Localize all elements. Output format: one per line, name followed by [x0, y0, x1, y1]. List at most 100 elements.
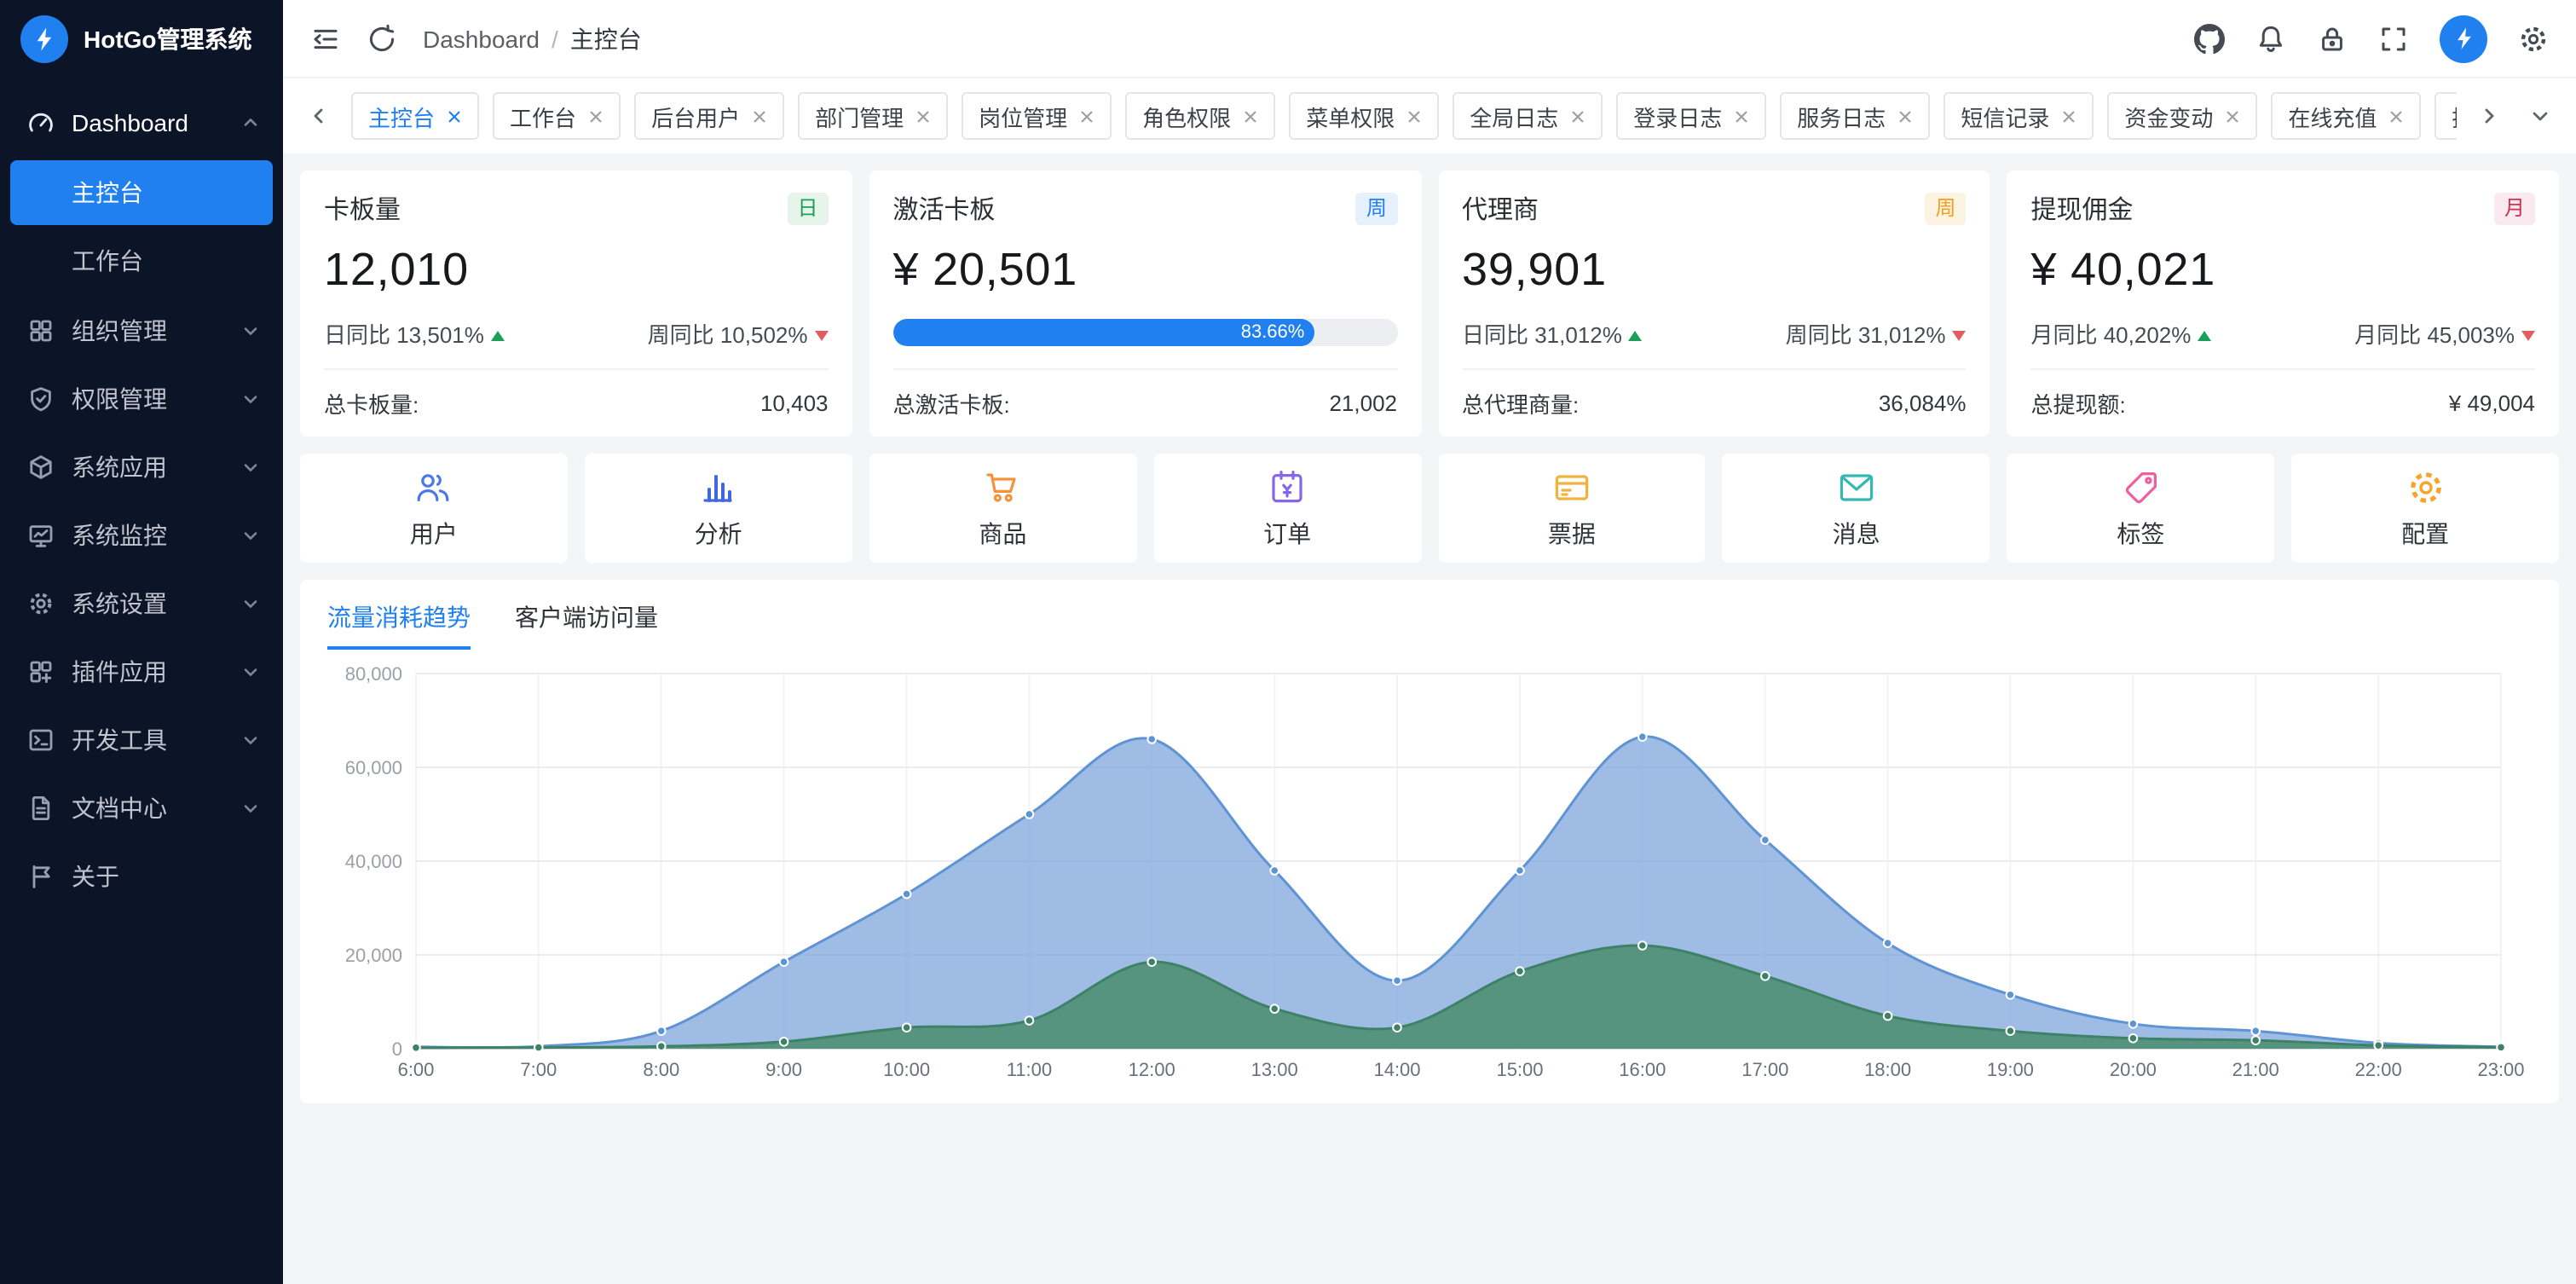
tab[interactable]: 提现管理: [2434, 92, 2457, 140]
settings-gear-icon[interactable]: [2518, 23, 2549, 54]
tab-client-visits[interactable]: 客户端访问量: [515, 600, 658, 650]
stat-footer-value: 21,002: [1329, 390, 1397, 416]
svg-text:9:00: 9:00: [765, 1059, 802, 1080]
menu-fold-icon[interactable]: [310, 23, 341, 54]
tab[interactable]: 后台用户: [634, 92, 784, 140]
sidebar-item-label: Dashboard: [72, 109, 225, 136]
trend-down-icon: [815, 330, 829, 340]
quick-action-label: 票据: [1548, 516, 1596, 550]
sidebar-item-organization[interactable]: 组织管理: [10, 297, 273, 365]
quick-action-config[interactable]: 配置: [2291, 454, 2559, 563]
svg-text:22:00: 22:00: [2355, 1059, 2402, 1080]
sidebar-item-label: 主控台: [72, 176, 143, 210]
close-icon[interactable]: [752, 108, 767, 124]
lock-icon[interactable]: [2317, 23, 2348, 54]
tab-label: 主控台: [368, 100, 435, 132]
github-icon[interactable]: [2194, 23, 2225, 54]
close-icon[interactable]: [2388, 108, 2404, 124]
tab-label: 部门管理: [815, 100, 904, 132]
quick-action-label: 消息: [1833, 516, 1880, 550]
chevron-down-icon: [242, 459, 259, 476]
tab[interactable]: 登录日志: [1616, 92, 1766, 140]
tab[interactable]: 菜单权限: [1289, 92, 1439, 140]
mail-icon: [1836, 466, 1877, 507]
sidebar-item-label: 系统应用: [72, 450, 225, 484]
sidebar-item-docs[interactable]: 文档中心: [10, 774, 273, 842]
close-icon[interactable]: [2061, 108, 2076, 124]
sidebar-item-system-apps[interactable]: 系统应用: [10, 433, 273, 501]
sidebar-item-dashboard[interactable]: Dashboard: [10, 89, 273, 157]
close-icon[interactable]: [915, 108, 931, 124]
period-badge: 月: [2494, 193, 2535, 225]
sidebar-item-permissions[interactable]: 权限管理: [10, 365, 273, 433]
tab-label: 角色权限: [1142, 100, 1231, 132]
tab[interactable]: 全局日志: [1453, 92, 1603, 140]
sidebar-item-about[interactable]: 关于: [10, 842, 273, 911]
sidebar-item-system-settings[interactable]: 系统设置: [10, 570, 273, 638]
tab[interactable]: 角色权限: [1125, 92, 1275, 140]
tab-label: 提现管理: [2452, 100, 2457, 132]
quick-action-orders[interactable]: 订单: [1153, 454, 1421, 563]
quick-action-messages[interactable]: 消息: [1723, 454, 1990, 563]
header-actions: [2194, 14, 2549, 62]
quick-action-label: 配置: [2401, 516, 2449, 550]
sidebar-item-workbench[interactable]: 工作台: [10, 228, 273, 293]
stat-sub-right: 月同比 45,003%: [2354, 316, 2535, 349]
svg-text:17:00: 17:00: [1741, 1059, 1788, 1080]
bell-icon[interactable]: [2255, 23, 2286, 54]
sidebar-item-label: 组织管理: [72, 314, 225, 348]
breadcrumb-root[interactable]: Dashboard: [423, 25, 540, 52]
sidebar-item-console[interactable]: 主控台: [10, 160, 273, 225]
tab[interactable]: 岗位管理: [962, 92, 1112, 140]
quick-action-goods[interactable]: 商品: [869, 454, 1137, 563]
tabs-scroll-right-button[interactable]: [2470, 97, 2508, 135]
gear-icon: [27, 590, 55, 617]
stat-card-agents: 代理商 周 39,901 日同比 31,012% 周同比 31,012% 总代理…: [1438, 171, 1990, 437]
svg-text:15:00: 15:00: [1496, 1059, 1543, 1080]
quick-action-label: 用户: [410, 516, 458, 550]
tab[interactable]: 工作台: [493, 92, 621, 140]
period-badge: 周: [1356, 193, 1397, 225]
quick-action-users[interactable]: 用户: [300, 454, 568, 563]
tab[interactable]: 主控台: [351, 92, 479, 140]
tab[interactable]: 资金变动: [2107, 92, 2257, 140]
close-icon[interactable]: [1079, 108, 1095, 124]
svg-text:80,000: 80,000: [345, 663, 402, 685]
ticket-icon: [1551, 466, 1592, 507]
quick-action-analysis[interactable]: 分析: [585, 454, 852, 563]
quick-action-tags[interactable]: 标签: [2007, 454, 2275, 563]
close-icon[interactable]: [2225, 108, 2240, 124]
close-icon[interactable]: [1406, 108, 1422, 124]
svg-text:20:00: 20:00: [2110, 1059, 2157, 1080]
close-icon[interactable]: [447, 108, 462, 124]
svg-text:6:00: 6:00: [398, 1059, 435, 1080]
stat-sub-left: 日同比 13,501%: [324, 316, 505, 349]
chevron-down-icon: [242, 663, 259, 680]
sidebar-item-plugins[interactable]: 插件应用: [10, 638, 273, 706]
close-icon[interactable]: [1570, 108, 1585, 124]
refresh-icon[interactable]: [367, 23, 397, 54]
breadcrumb-separator: /: [552, 25, 558, 52]
tab[interactable]: 部门管理: [798, 92, 948, 140]
tabs-menu-button[interactable]: [2521, 97, 2559, 135]
close-icon[interactable]: [1897, 108, 1913, 124]
tab-label: 后台用户: [651, 100, 740, 132]
tab[interactable]: 短信记录: [1944, 92, 2094, 140]
tab[interactable]: 服务日志: [1780, 92, 1930, 140]
app-logo[interactable]: HotGo管理系统: [0, 0, 283, 78]
tab-traffic-trend[interactable]: 流量消耗趋势: [327, 600, 471, 650]
tabs-scroll-left-button[interactable]: [300, 97, 338, 135]
chevron-down-icon: [242, 322, 259, 339]
close-icon[interactable]: [1734, 108, 1749, 124]
fullscreen-icon[interactable]: [2378, 23, 2409, 54]
stat-card-title: 代理商: [1462, 191, 1539, 227]
sidebar-item-dev-tools[interactable]: 开发工具: [10, 706, 273, 774]
close-icon[interactable]: [1243, 108, 1258, 124]
user-avatar[interactable]: [2440, 14, 2487, 62]
close-icon[interactable]: [588, 108, 604, 124]
sidebar-item-system-monitor[interactable]: 系统监控: [10, 501, 273, 570]
shield-icon: [27, 385, 55, 413]
quick-action-tickets[interactable]: 票据: [1438, 454, 1706, 563]
tab[interactable]: 在线充值: [2271, 92, 2421, 140]
tabs-strip: 主控台 工作台 后台用户 部门管理 岗位管理 角色权限 菜单权限: [351, 92, 2457, 140]
